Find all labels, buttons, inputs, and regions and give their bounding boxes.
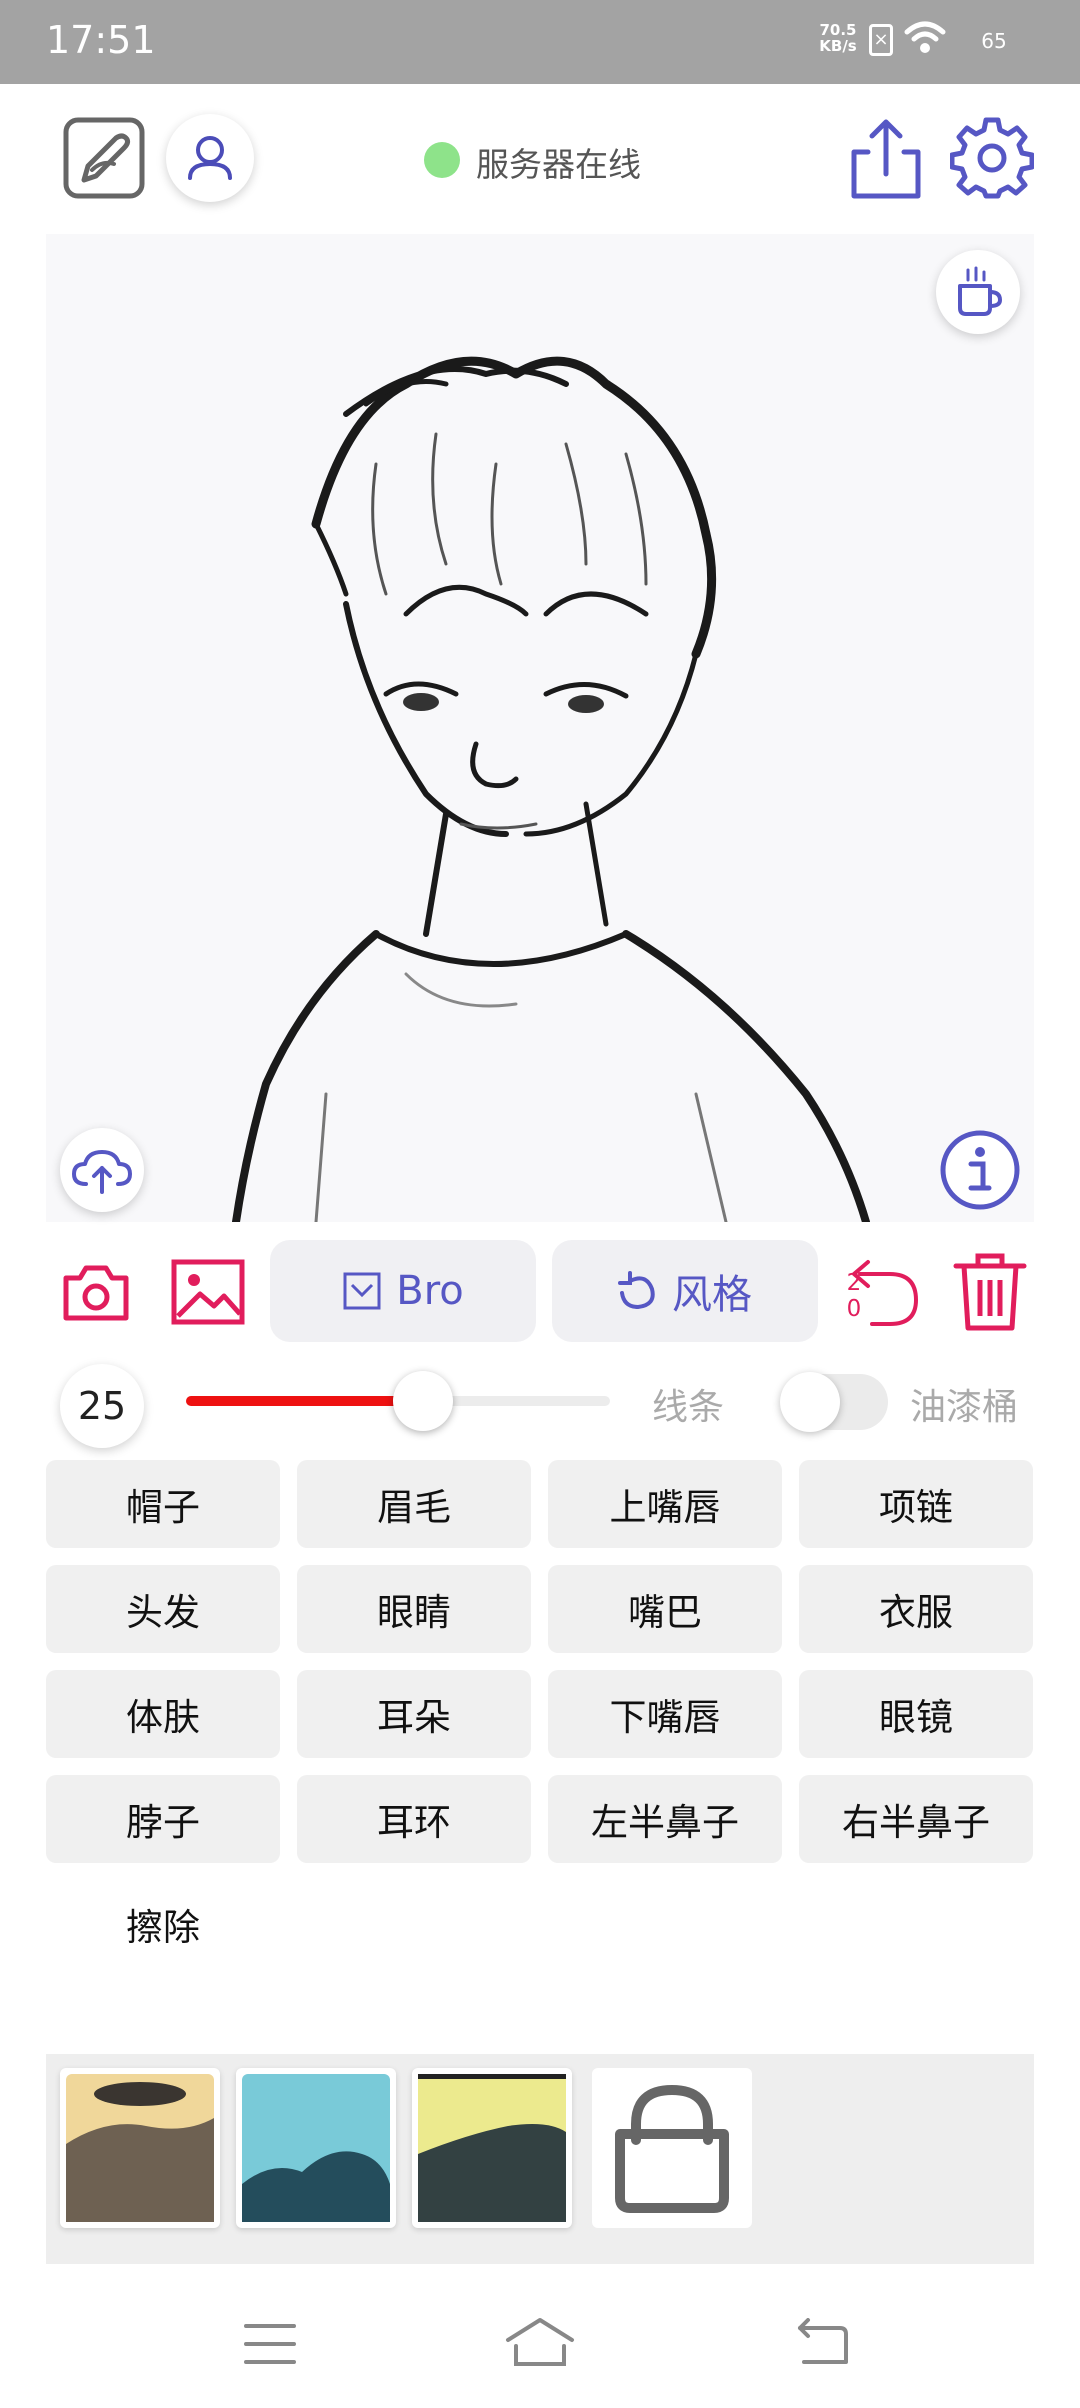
network-speed-value: 70.5: [819, 21, 857, 39]
camera-icon[interactable]: [60, 1256, 132, 1328]
undo-count: 2 0: [844, 1270, 864, 1322]
style-swatch-cyan[interactable]: [236, 2068, 396, 2228]
home-icon[interactable]: [504, 2316, 576, 2368]
battery-indicator: 65: [981, 29, 1007, 53]
edit-canvas-button[interactable]: [62, 116, 146, 200]
user-profile-button[interactable]: [166, 114, 254, 202]
part-clothes-button[interactable]: 衣服: [799, 1565, 1033, 1653]
brush-size-slider-fill: [186, 1396, 423, 1406]
part-mouth-button[interactable]: 嘴巴: [548, 1565, 782, 1653]
style-button[interactable]: 风格: [552, 1240, 818, 1342]
part-earring-button[interactable]: 耳环: [297, 1775, 531, 1863]
style-swatch-yellow[interactable]: [412, 2068, 572, 2228]
no-sim-icon: ×: [869, 24, 893, 56]
part-upper-lip-button[interactable]: 上嘴唇: [548, 1460, 782, 1548]
checkbox-icon: [343, 1272, 381, 1310]
store-button[interactable]: [592, 2068, 752, 2228]
server-status-dot: [424, 142, 460, 178]
lines-mode-label: 线条: [652, 1387, 725, 1428]
part-neck-button[interactable]: 脖子: [46, 1775, 280, 1863]
shopping-bag-icon: [615, 2084, 729, 2213]
part-right-nose-button[interactable]: 右半鼻子: [799, 1775, 1033, 1863]
refresh-icon: [618, 1271, 655, 1310]
trash-icon[interactable]: [950, 1250, 1030, 1334]
share-button[interactable]: [846, 116, 926, 202]
part-lower-lip-button[interactable]: 下嘴唇: [548, 1670, 782, 1758]
style-label: 风格: [672, 1272, 752, 1318]
cloud-upload-icon: [72, 1150, 132, 1194]
network-speed: 70.5 KB/s: [818, 22, 858, 54]
user-icon: [188, 136, 232, 180]
swatch-yellow-image: [418, 2074, 566, 2222]
info-icon[interactable]: [938, 1128, 1022, 1212]
settings-gear-icon[interactable]: [950, 116, 1034, 200]
style-swatch-beige[interactable]: [60, 2068, 220, 2228]
paint-bucket-toggle-knob[interactable]: [780, 1372, 840, 1432]
drawing-canvas[interactable]: [46, 234, 1034, 1222]
part-eyes-button[interactable]: 眼睛: [297, 1565, 531, 1653]
brush-size-value: 25: [60, 1364, 144, 1448]
part-left-nose-button[interactable]: 左半鼻子: [548, 1775, 782, 1863]
swatch-cyan-image: [242, 2074, 390, 2222]
sketch-portrait-image: [46, 234, 1034, 1222]
network-speed-unit: KB/s: [819, 37, 857, 55]
brush-size-slider-thumb[interactable]: [393, 1371, 453, 1431]
part-hair-button[interactable]: 头发: [46, 1565, 280, 1653]
status-time: 17:51: [46, 18, 156, 62]
face-part-grid: 帽子 眉毛 上嘴唇 项链 头发 眼睛 嘴巴 衣服 体肤 耳朵 下嘴唇 眼镜 脖子…: [46, 1460, 1034, 1968]
part-eyebrow-button[interactable]: 眉毛: [297, 1460, 531, 1548]
server-status-label: 服务器在线: [476, 145, 641, 184]
coffee-cup-icon: [958, 266, 1002, 316]
part-glasses-button[interactable]: 眼镜: [799, 1670, 1033, 1758]
back-icon[interactable]: [794, 2318, 850, 2366]
part-skin-button[interactable]: 体肤: [46, 1670, 280, 1758]
bro-button[interactable]: Bro: [270, 1240, 536, 1342]
part-ear-button[interactable]: 耳朵: [297, 1670, 531, 1758]
paint-bucket-label: 油漆桶: [910, 1387, 1019, 1428]
swatch-beige-image: [66, 2074, 214, 2222]
undo-count-top: 2: [846, 1270, 862, 1296]
undo-count-bottom: 0: [846, 1296, 862, 1322]
part-necklace-button[interactable]: 项链: [799, 1460, 1033, 1548]
cloud-upload-button[interactable]: [60, 1128, 144, 1212]
menu-icon[interactable]: [244, 2322, 296, 2366]
gallery-image-icon[interactable]: [170, 1256, 246, 1328]
bro-label: Bro: [396, 1268, 464, 1314]
coffee-button[interactable]: [936, 250, 1020, 334]
erase-button[interactable]: 擦除: [46, 1880, 280, 1968]
part-hat-button[interactable]: 帽子: [46, 1460, 280, 1548]
wifi-icon: [904, 21, 946, 53]
